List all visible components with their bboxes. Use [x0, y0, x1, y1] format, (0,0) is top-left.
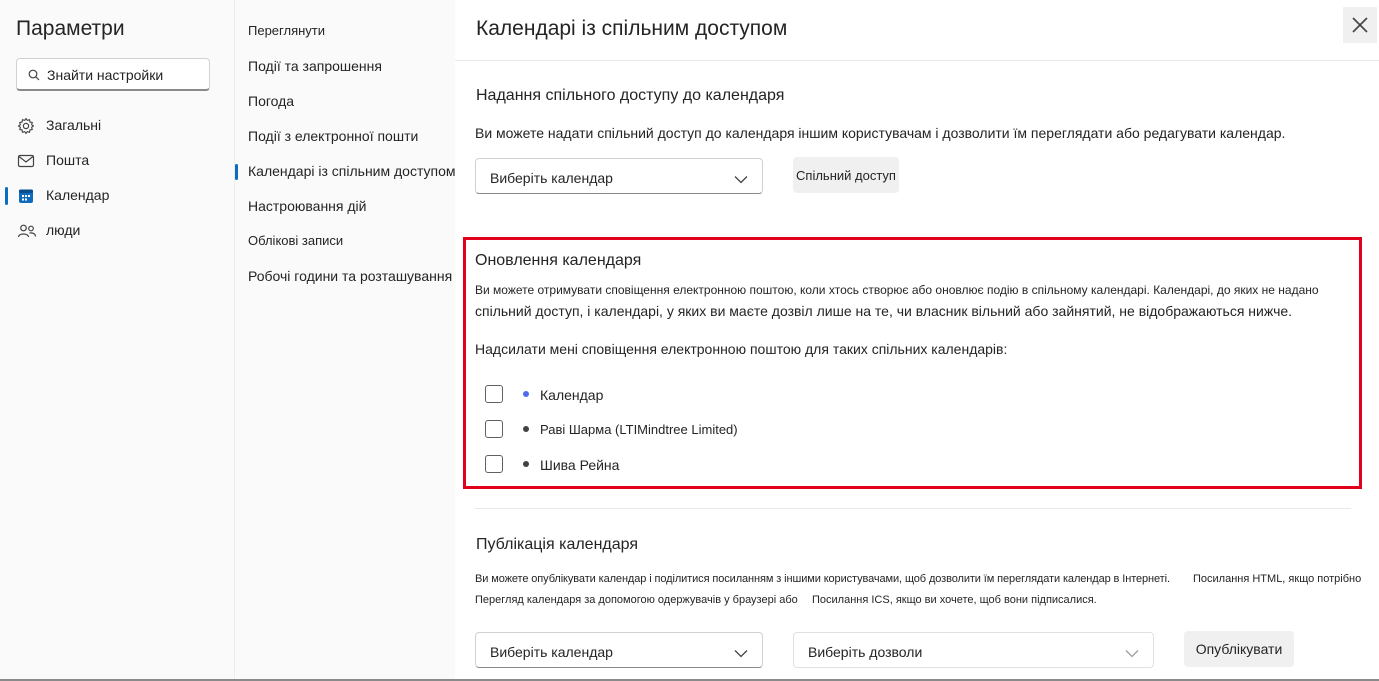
updates-description-line2: спільний доступ, і календарі, у яких ви …	[475, 303, 1293, 319]
dropdown-value: Виберіть календар	[490, 170, 613, 186]
calendar-color-dot	[523, 426, 529, 432]
publish-button[interactable]: Опублікувати	[1184, 631, 1294, 667]
subnav-item-view[interactable]: Переглянути	[235, 19, 455, 45]
mail-icon	[17, 152, 35, 170]
chevron-down-icon	[734, 645, 748, 663]
publish-description-line1a: Ви можете опублікувати календар і поділи…	[475, 573, 1170, 585]
subnav-label: Календарі із спільним доступом	[248, 163, 456, 179]
nav-label: Пошта	[46, 152, 90, 168]
nav-item-calendar[interactable]: Календар	[0, 181, 234, 211]
subnav-label: Настроювання дій	[248, 198, 367, 214]
nav-label: Календар	[46, 187, 110, 203]
chevron-down-icon	[1125, 645, 1139, 663]
share-calendar-dropdown[interactable]: Виберіть календар	[475, 158, 763, 194]
search-icon	[28, 68, 40, 86]
updates-description-line1: Ви можете отримувати сповіщення електрон…	[475, 283, 1319, 297]
calendar-color-dot	[523, 391, 529, 397]
subnav-label: Події з електронної пошти	[248, 128, 419, 144]
updates-section-title: Оновлення календаря	[475, 252, 642, 269]
share-button[interactable]: Спільний доступ	[793, 157, 899, 193]
close-icon	[1352, 17, 1368, 33]
calendar-option-label: Шива Рейна	[540, 457, 620, 473]
subnav-label: Переглянути	[248, 23, 326, 38]
subnav-label: Погода	[248, 93, 295, 109]
publish-html-link-text: Посилання HTML, якщо потрібно	[1193, 573, 1362, 585]
calendar-subnav: Переглянути Події та запрошення Погода П…	[234, 0, 456, 681]
permissions-dropdown[interactable]: Виберіть дозволи	[793, 632, 1154, 668]
checkbox[interactable]	[485, 420, 503, 438]
subnav-item-weather[interactable]: Погода	[235, 89, 455, 115]
search-box[interactable]	[16, 58, 210, 91]
subnav-item-events-invitations[interactable]: Події та запрошення	[235, 54, 455, 80]
app-title: Параметри	[16, 17, 125, 40]
updates-prompt: Надсилати мені сповіщення електронною по…	[475, 341, 1008, 357]
divider	[455, 60, 1379, 61]
publish-description-line2a: Перегляд календаря за допомогою одержува…	[475, 594, 798, 606]
nav-item-general[interactable]: Загальні	[0, 111, 234, 141]
nav-item-people[interactable]: люди	[0, 216, 234, 246]
calendar-option-row[interactable]: Календар	[466, 383, 866, 407]
calendar-option-row[interactable]: Шива Рейна	[466, 453, 866, 477]
settings-nav: Параметри Загальні Пошта Календар люди	[0, 0, 234, 681]
publish-section-title: Публікація календаря	[476, 536, 639, 553]
checkbox[interactable]	[485, 455, 503, 473]
people-icon	[17, 222, 37, 240]
sharing-section-title: Надання спільного доступу до календаря	[476, 87, 785, 104]
calendar-option-label: Календар	[540, 387, 604, 403]
calendar-option-label: Раві Шарма (LTIMindtree Limited)	[540, 422, 738, 437]
close-button[interactable]	[1343, 7, 1377, 43]
nav-label: Загальні	[46, 117, 102, 133]
gear-icon	[17, 117, 35, 135]
search-input[interactable]	[47, 63, 205, 87]
calendar-icon	[17, 187, 35, 205]
subnav-item-events-from-email[interactable]: Події з електронної пошти	[235, 124, 455, 150]
nav-label: люди	[46, 222, 81, 238]
settings-panel: Календарі із спільним доступом Надання с…	[455, 0, 1379, 681]
calendar-updates-section: Оновлення календаря Ви можете отримувати…	[463, 237, 1362, 489]
subnav-item-work-hours[interactable]: Робочі години та розташування	[235, 264, 455, 290]
checkbox[interactable]	[485, 385, 503, 403]
sharing-description: Ви можете надати спільний доступ до кале…	[475, 125, 1286, 141]
subnav-item-accounts[interactable]: Облікові записи	[235, 229, 455, 255]
panel-title: Календарі із спільним доступом	[476, 17, 788, 40]
divider	[475, 508, 1351, 509]
publish-calendar-dropdown[interactable]: Виберіть календар	[475, 632, 763, 668]
calendar-color-dot	[523, 461, 529, 467]
dropdown-value: Виберіть дозволи	[808, 644, 923, 660]
subnav-label: Події та запрошення	[248, 58, 382, 74]
subnav-label: Облікові записи	[248, 233, 344, 248]
publish-ics-link-text: Посилання ICS, якщо ви хочете, щоб вони …	[812, 594, 1097, 606]
subnav-item-shared-calendars[interactable]: Календарі із спільним доступом	[235, 159, 456, 185]
subnav-label: Робочі години та розташування	[248, 268, 453, 284]
subnav-item-customize-actions[interactable]: Настроювання дій	[235, 194, 455, 220]
nav-item-mail[interactable]: Пошта	[0, 146, 234, 176]
dropdown-value: Виберіть календар	[490, 644, 613, 660]
chevron-down-icon	[734, 171, 748, 189]
calendar-option-row[interactable]: Раві Шарма (LTIMindtree Limited)	[466, 418, 866, 442]
